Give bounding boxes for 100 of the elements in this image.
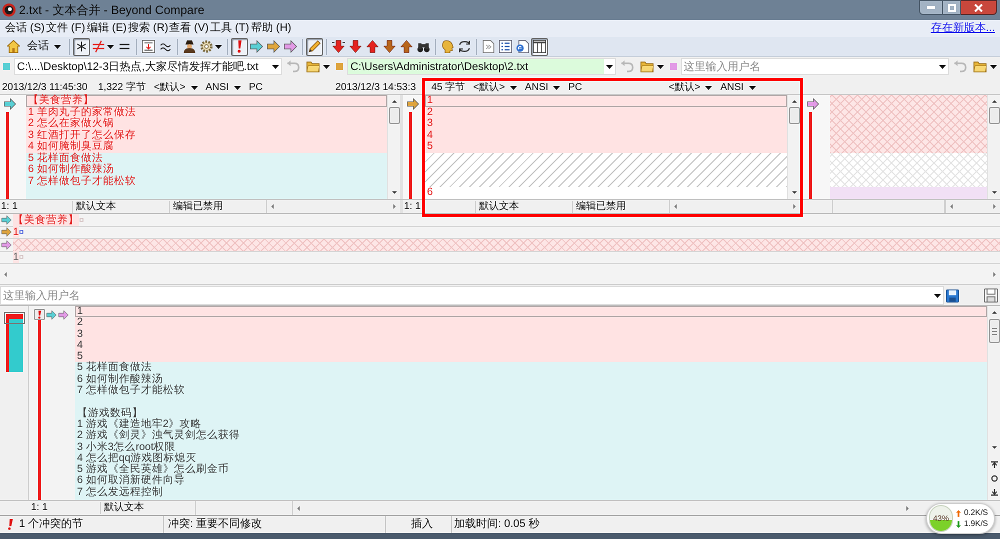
menu-item[interactable]: 编辑 (E) — [87, 20, 128, 37]
asterisk-icon — [75, 40, 88, 53]
toolbar-button[interactable] — [306, 38, 323, 56]
scroll-up-icon — [992, 311, 996, 314]
vertical-scrollbar[interactable] — [387, 95, 400, 199]
toolbar-button[interactable] — [73, 38, 90, 56]
save-icon — [946, 288, 959, 302]
arrow-right-icon — [406, 98, 420, 110]
caret-down-icon — [107, 44, 114, 48]
arrow-right-icon — [1, 227, 12, 238]
top-arrow-icon[interactable] — [990, 461, 998, 468]
text-line: 2 游戏《剑灵》浊气灵剑怎么获得 — [76, 430, 241, 442]
scroll-left-icon — [271, 204, 274, 209]
close-button[interactable] — [961, 0, 997, 15]
maximize-button[interactable] — [943, 0, 961, 15]
encoding-dropdown[interactable]: ANSI — [524, 80, 560, 95]
curved-arrow-icon — [620, 60, 634, 73]
text-line: 6 如何取消新硬件向导 — [76, 475, 186, 486]
format-dropdown[interactable]: <默认> — [154, 80, 198, 95]
exclamation-icon — [8, 519, 13, 530]
down-arrow-icon — [349, 40, 362, 53]
curved-arrow-icon — [953, 60, 967, 73]
toolbar-button[interactable] — [140, 38, 157, 56]
exclamation-icon — [34, 309, 45, 320]
minimize-button[interactable] — [919, 0, 943, 15]
maximize-icon — [948, 4, 956, 12]
vertical-scrollbar[interactable] — [987, 306, 1000, 500]
head-icon — [441, 40, 454, 53]
text-line: 2 怎么在家做火锅 — [27, 118, 115, 130]
format-dropdown[interactable]: <默认> — [668, 80, 712, 95]
format-dropdown[interactable]: <默认> — [473, 80, 517, 95]
caret-down-icon — [190, 86, 198, 90]
columns-icon — [533, 40, 546, 53]
scroll-thumb[interactable] — [988, 107, 1000, 124]
text-line: 2 — [76, 317, 84, 329]
vertical-scrollbar[interactable] — [987, 95, 1000, 199]
caret-down-icon — [323, 64, 330, 68]
down-arrow-icon — [383, 40, 396, 53]
file-size: 1,322 字节 — [98, 80, 146, 95]
menu-item[interactable]: 帮助 (H) — [251, 20, 292, 37]
scroll-thumb[interactable] — [388, 107, 400, 124]
text-line: 5 — [76, 351, 84, 362]
encoding-dropdown[interactable]: ANSI — [206, 80, 241, 95]
bottom-arrow-icon[interactable] — [990, 489, 998, 496]
toolbar-button[interactable] — [198, 38, 224, 56]
overview-map[interactable] — [4, 312, 25, 372]
toolbar-button[interactable] — [398, 38, 415, 56]
menu-item[interactable]: 查看 (V) — [169, 20, 210, 37]
scroll-thumb[interactable] — [788, 107, 800, 124]
caret-down-icon — [990, 64, 997, 68]
modified-time: 2013/12/3 11:45:30 — [2, 81, 88, 94]
text-line: 1 羊肉丸子的家常做法 — [27, 106, 137, 118]
scroll-down-icon — [392, 191, 396, 194]
toolbar-button[interactable] — [347, 38, 364, 56]
menu-item[interactable]: 工具 (T) — [210, 20, 251, 37]
toolbar-button[interactable] — [330, 38, 347, 56]
toolbar-button[interactable] — [381, 38, 398, 56]
scroll-right-icon — [993, 272, 996, 276]
arrow-right-icon — [46, 310, 57, 320]
arrow-right-icon — [267, 40, 280, 53]
circle-icon[interactable] — [990, 475, 998, 482]
not-equal-icon — [92, 40, 105, 53]
encoding-dropdown[interactable]: ANSI — [720, 80, 756, 95]
scroll-thumb[interactable] — [988, 319, 1000, 343]
upload-speed: 0.2K/S — [964, 508, 988, 518]
arrow-right-icon — [1, 240, 12, 250]
text-line: 7 怎样做包子才能松软 — [76, 385, 186, 396]
document-icon — [516, 40, 529, 53]
menu-item[interactable]: 会话 (S) — [5, 20, 46, 37]
text-line: 4 — [76, 340, 84, 352]
session-menu-button[interactable]: 会话 — [22, 38, 66, 56]
folder-icon — [972, 60, 988, 73]
merged-line-text: 1 — [13, 251, 19, 264]
toolbar-button[interactable] — [497, 38, 514, 56]
merged-line-text: 1 — [13, 226, 19, 238]
toolbar-button[interactable] — [364, 38, 381, 56]
menu-item[interactable]: 搜索 (R) — [128, 20, 169, 37]
text-line: 3 红酒打开了怎么保存 — [27, 130, 137, 140]
line-end-mark: ¤ — [79, 214, 84, 226]
arrow-right-icon — [1, 214, 12, 225]
text-line: 6 如何制作酸辣汤 — [76, 374, 163, 385]
text-line: 4 — [426, 130, 434, 141]
caret-down-icon — [510, 86, 517, 90]
text-line: 7 怎么发远程控制 — [76, 486, 164, 498]
gear-icon — [200, 40, 213, 53]
toolbar-button[interactable] — [531, 38, 548, 56]
scroll-left-icon — [4, 272, 7, 276]
toolbar-button[interactable] — [90, 38, 116, 56]
menu-item[interactable]: 文件 (F) — [46, 20, 87, 37]
text-line: 3 — [426, 118, 434, 130]
text-line: 6 如何制作酸辣汤 — [27, 164, 115, 175]
toolbar-button[interactable] — [181, 38, 198, 56]
text-line: 【游戏数码】 — [76, 408, 143, 419]
vertical-scrollbar[interactable] — [787, 95, 800, 199]
scroll-left-icon — [674, 204, 677, 209]
line-ending: PC — [248, 81, 263, 95]
text-line: 4 怎么把qq游戏图标熄灭 — [76, 452, 196, 464]
caret-down-icon — [748, 86, 756, 90]
update-link[interactable]: 存在新版本... — [930, 20, 995, 37]
line-ending: PC — [568, 81, 582, 95]
